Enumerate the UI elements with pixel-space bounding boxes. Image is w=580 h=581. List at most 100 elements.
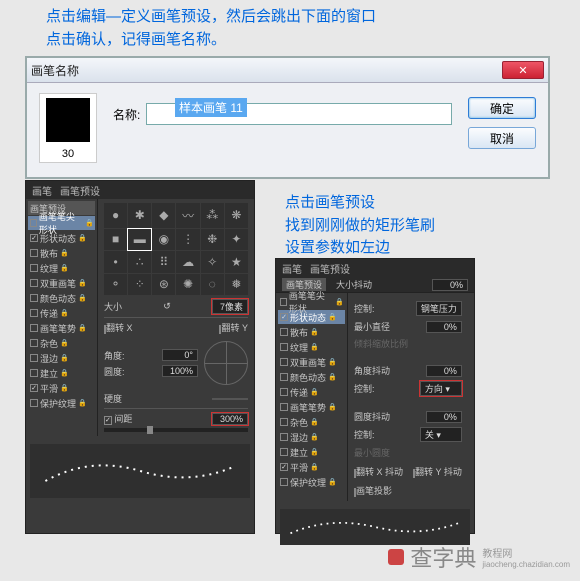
check-item[interactable]: ✓平滑🔒 — [28, 381, 95, 395]
watermark-url: jiaocheng.chazidian.com — [482, 560, 570, 569]
check-item[interactable]: 杂色🔒 — [278, 415, 345, 429]
checkbox-icon[interactable] — [30, 369, 38, 377]
check-label: 传递 — [290, 386, 308, 399]
check-item[interactable]: 保护纹理🔒 — [28, 396, 95, 410]
checkbox-icon[interactable]: ✓ — [30, 384, 38, 392]
check-item[interactable]: 散布🔒 — [278, 325, 345, 339]
checkbox-icon[interactable] — [30, 249, 38, 257]
control2-dropdown[interactable]: 方向 ▾ — [420, 381, 462, 396]
flip-reset-icon[interactable]: ↺ — [163, 301, 171, 312]
check-item[interactable]: 保护纹理🔒 — [278, 475, 345, 489]
brush-thumbnail[interactable]: ✺ — [176, 274, 199, 296]
brush-thumbnail[interactable]: 〰 — [176, 203, 199, 228]
check-item[interactable]: 颜色动态🔒 — [28, 291, 95, 305]
check-item[interactable]: 双重画笔🔒 — [278, 355, 345, 369]
checkbox-icon[interactable] — [280, 403, 288, 411]
tab-brush-r[interactable]: 画笔 — [282, 261, 302, 276]
brush-thumbnail[interactable]: ◉ — [152, 229, 175, 251]
control3-dropdown[interactable]: 关 ▾ — [420, 427, 462, 442]
check-item[interactable]: 双重画笔🔒 — [28, 276, 95, 290]
checkbox-icon[interactable] — [30, 354, 38, 362]
checkbox-icon[interactable] — [280, 418, 288, 426]
check-item[interactable]: 湿边🔒 — [28, 351, 95, 365]
checkbox-icon[interactable] — [30, 279, 38, 287]
check-item[interactable]: 传递🔒 — [28, 306, 95, 320]
brush-thumbnail[interactable]: ⠿ — [152, 251, 175, 273]
checkbox-icon[interactable] — [280, 448, 288, 456]
min-diameter-value[interactable]: 0% — [426, 321, 462, 333]
tab-brush-presets-r[interactable]: 画笔预设 — [310, 261, 350, 276]
check-item[interactable]: 纹理🔒 — [28, 261, 95, 275]
brush-thumbnail[interactable]: ◌ — [201, 274, 224, 296]
brush-thumbnail-grid[interactable]: ●✱◆〰⁂❋ ■▬◉⋮❉✦ •∴⠿☁✧★ ⚬⁘⊛✺◌❅ — [104, 203, 248, 295]
brush-thumbnail[interactable]: ◆ — [152, 203, 175, 228]
brush-thumbnail[interactable]: ☁ — [176, 251, 199, 273]
checkbox-icon[interactable] — [280, 358, 288, 366]
check-item[interactable]: 散布🔒 — [28, 246, 95, 260]
tab-brush-presets[interactable]: 画笔预设 — [60, 183, 100, 198]
check-item[interactable]: ✓平滑🔒 — [278, 460, 345, 474]
checkbox-icon[interactable] — [30, 264, 38, 272]
brush-thumbnail[interactable]: ❉ — [201, 229, 224, 251]
tab-brush[interactable]: 画笔 — [32, 183, 52, 198]
brush-thumbnail[interactable]: ● — [104, 203, 127, 228]
checkbox-icon[interactable]: ✓ — [280, 313, 288, 321]
angle-control-icon[interactable] — [204, 341, 248, 385]
check-item[interactable]: 建立🔒 — [28, 366, 95, 380]
checkbox-icon[interactable] — [30, 324, 38, 332]
roundness-value[interactable]: 100% — [162, 365, 198, 377]
checkbox-icon[interactable] — [30, 294, 38, 302]
brush-thumbnail[interactable]: ∴ — [128, 251, 151, 273]
roundness-jitter-value[interactable]: 0% — [426, 411, 462, 423]
brush-thumbnail[interactable]: ★ — [225, 251, 248, 273]
checkbox-icon[interactable] — [280, 433, 288, 441]
checkbox-icon[interactable] — [280, 388, 288, 396]
brush-thumbnail[interactable]: ✱ — [128, 203, 151, 228]
close-button[interactable]: ✕ — [502, 61, 544, 79]
brush-thumbnail[interactable]: ⋮ — [176, 229, 199, 251]
check-item[interactable]: 纹理🔒 — [278, 340, 345, 354]
brush-thumbnail[interactable]: • — [104, 251, 127, 273]
brush-thumbnail[interactable]: ▬ — [128, 229, 151, 251]
spacing-value[interactable]: 300% — [212, 413, 248, 425]
angle-jitter-value[interactable]: 0% — [426, 365, 462, 377]
brush-thumbnail[interactable]: ⚬ — [104, 274, 127, 296]
check-item[interactable]: 画笔笔尖形状🔒 — [278, 295, 345, 309]
checkbox-icon[interactable] — [280, 328, 288, 336]
brush-thumbnail[interactable]: ✦ — [225, 229, 248, 251]
check-item[interactable]: 湿边🔒 — [278, 430, 345, 444]
check-item[interactable]: 杂色🔒 — [28, 336, 95, 350]
brush-thumbnail[interactable]: ⁘ — [128, 274, 151, 296]
brush-thumbnail[interactable]: ❋ — [225, 203, 248, 228]
size-value[interactable]: 7像素 — [212, 299, 248, 314]
checkbox-icon[interactable] — [30, 339, 38, 347]
cancel-button[interactable]: 取消 — [468, 127, 536, 149]
checkbox-icon[interactable] — [280, 478, 288, 486]
check-item[interactable]: 建立🔒 — [278, 445, 345, 459]
size-jitter-value[interactable]: 0% — [432, 279, 468, 291]
check-item[interactable]: 画笔笔势🔒 — [28, 321, 95, 335]
check-item[interactable]: 颜色动态🔒 — [278, 370, 345, 384]
checkbox-icon[interactable] — [30, 309, 38, 317]
hardness-value[interactable] — [212, 398, 248, 400]
spacing-slider[interactable] — [104, 428, 248, 432]
brush-thumbnail[interactable]: ■ — [104, 229, 127, 251]
checkbox-icon[interactable]: ✓ — [30, 234, 38, 242]
checkbox-icon[interactable] — [30, 219, 37, 227]
brush-thumbnail[interactable]: ❅ — [225, 274, 248, 296]
ok-button[interactable]: 确定 — [468, 97, 536, 119]
control1-dropdown[interactable]: 钢笔压力 — [416, 301, 462, 316]
checkbox-icon[interactable]: ✓ — [280, 463, 288, 471]
checkbox-icon[interactable] — [280, 343, 288, 351]
brush-thumbnail[interactable]: ⊛ — [152, 274, 175, 296]
brush-thumbnail[interactable]: ✧ — [201, 251, 224, 273]
checkbox-icon[interactable] — [30, 399, 38, 407]
check-item[interactable]: 传递🔒 — [278, 385, 345, 399]
check-item[interactable]: 画笔笔尖形状🔒 — [28, 216, 95, 230]
check-item[interactable]: 画笔笔势🔒 — [278, 400, 345, 414]
spacing-checkbox[interactable]: ✓ — [104, 416, 112, 425]
checkbox-icon[interactable] — [280, 298, 287, 306]
brush-thumbnail[interactable]: ⁂ — [201, 203, 224, 228]
angle-value[interactable]: 0° — [162, 349, 198, 361]
checkbox-icon[interactable] — [280, 373, 288, 381]
